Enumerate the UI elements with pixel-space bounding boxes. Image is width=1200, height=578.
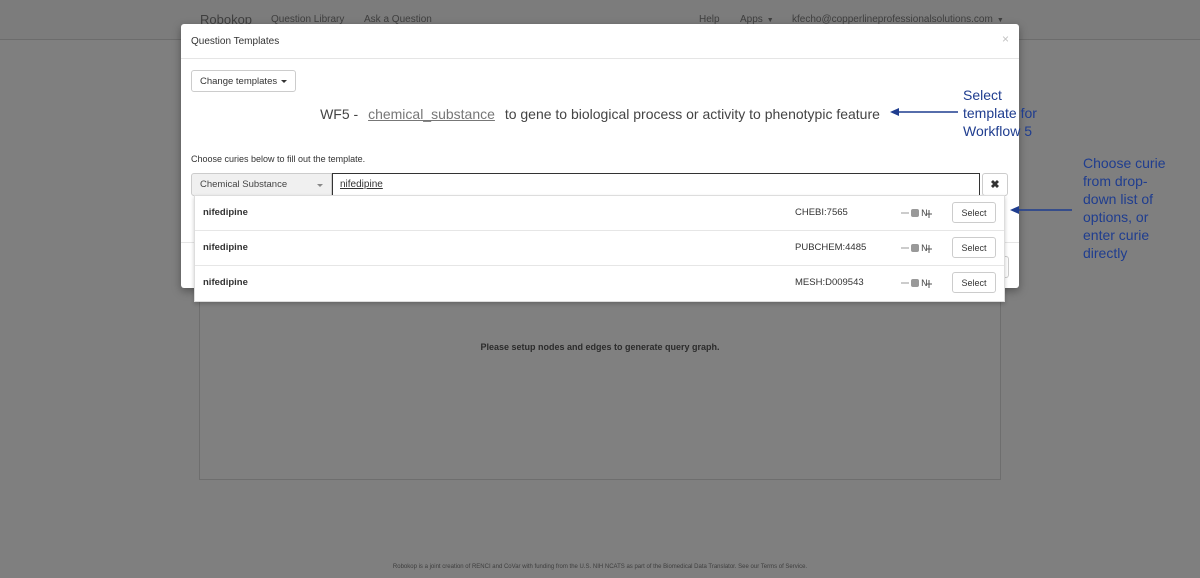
source-logos-icon: N	[901, 244, 932, 254]
modal-header: Question Templates ×	[181, 24, 1019, 59]
template-concept-link[interactable]: chemical_substance	[368, 106, 495, 122]
option-name: nifedipine	[203, 242, 248, 253]
source-logos-icon: N	[901, 279, 932, 289]
option-curie: PUBCHEM:4485	[795, 242, 867, 253]
annotation-arrow-icon	[1010, 206, 1072, 214]
external-link-icons: N	[901, 207, 935, 219]
close-icon[interactable]: ×	[1002, 32, 1009, 46]
concept-type-select[interactable]: Chemical Substance	[191, 173, 332, 196]
option-curie: MESH:D009543	[795, 277, 864, 288]
annotation-template: Select template for Workflow 5	[963, 87, 1037, 139]
select-option-button[interactable]: Select	[952, 202, 996, 223]
list-item[interactable]: nifedipine CHEBI:7565 N Select	[195, 196, 1004, 231]
template-suffix: to gene to biological process or activit…	[504, 106, 880, 122]
curie-search-input[interactable]	[332, 173, 980, 196]
option-curie: CHEBI:7565	[795, 207, 848, 218]
select-option-button[interactable]: Select	[952, 237, 996, 258]
query-graph-message: Please setup nodes and edges to generate…	[480, 342, 720, 352]
chevron-down-icon	[281, 79, 288, 83]
page-footer: Robokop is a joint creation of RENCI and…	[392, 564, 808, 570]
annotation-arrow-icon	[890, 108, 958, 116]
external-link-icons: N	[901, 242, 935, 254]
option-name: nifedipine	[203, 207, 248, 218]
source-logos-icon: N	[901, 209, 932, 219]
annotation-curie: Choose curie from drop-down list of opti…	[1083, 155, 1166, 261]
clear-icon[interactable]: ✖	[982, 173, 1008, 196]
change-templates-label: Change templates	[200, 75, 278, 87]
select-option-button[interactable]: Select	[952, 272, 996, 293]
external-link-icons: N	[901, 277, 935, 289]
change-templates-button[interactable]: Change templates	[191, 70, 297, 92]
template-prefix: WF5 -	[320, 106, 359, 122]
list-item[interactable]: nifedipine MESH:D009543 N Select	[195, 266, 1004, 301]
curie-instructions: Choose curies below to fill out the temp…	[191, 154, 366, 164]
chevron-down-icon	[317, 184, 323, 187]
modal-title: Question Templates	[191, 36, 280, 47]
query-graph-panel: Please setup nodes and edges to generate…	[199, 278, 1001, 480]
option-name: nifedipine	[203, 277, 248, 288]
chevron-down-icon: ▼	[996, 17, 1004, 24]
concept-type-value: Chemical Substance	[200, 179, 288, 190]
curie-dropdown: nifedipine CHEBI:7565 N Select nifedipin…	[194, 195, 1005, 302]
list-item[interactable]: nifedipine PUBCHEM:4485 N Select	[195, 231, 1004, 266]
chevron-down-icon: ▼	[766, 17, 774, 24]
